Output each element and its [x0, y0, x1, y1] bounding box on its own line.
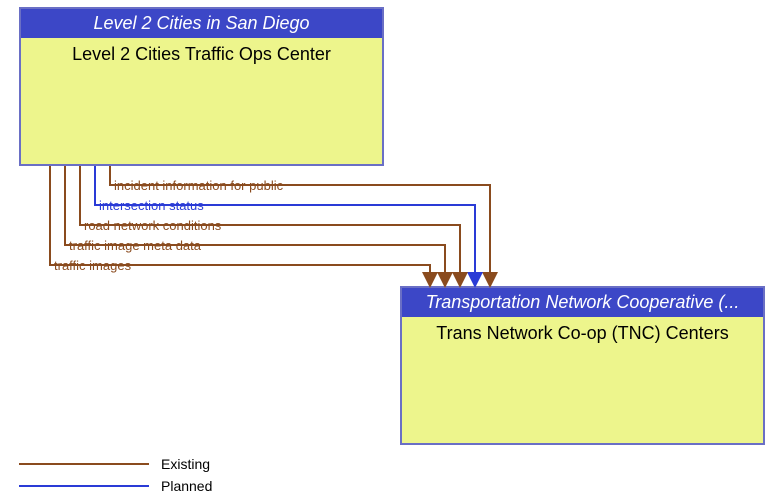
flow-label: road network conditions	[84, 218, 222, 233]
legend: Existing Planned	[19, 455, 212, 499]
flow-label: traffic images	[54, 258, 132, 273]
flow-label: traffic image meta data	[69, 238, 202, 253]
node-body-fill	[402, 350, 763, 443]
legend-row-existing: Existing	[19, 455, 212, 473]
node-body-fill	[21, 71, 382, 164]
legend-label-existing: Existing	[161, 456, 210, 472]
node-tnc-centers: Transportation Network Cooperative (... …	[400, 286, 765, 445]
legend-row-planned: Planned	[19, 477, 212, 495]
node-level2-cities-traffic-ops: Level 2 Cities in San Diego Level 2 Citi…	[19, 7, 384, 166]
node-title: Level 2 Cities Traffic Ops Center	[21, 38, 382, 71]
flow-label: incident information for public	[114, 178, 284, 193]
legend-swatch-planned	[19, 485, 149, 487]
node-header: Level 2 Cities in San Diego	[21, 9, 382, 38]
node-header: Transportation Network Cooperative (...	[402, 288, 763, 317]
node-title: Trans Network Co-op (TNC) Centers	[402, 317, 763, 350]
flow-label: intersection status	[99, 198, 204, 213]
legend-swatch-existing	[19, 463, 149, 465]
legend-label-planned: Planned	[161, 478, 212, 494]
